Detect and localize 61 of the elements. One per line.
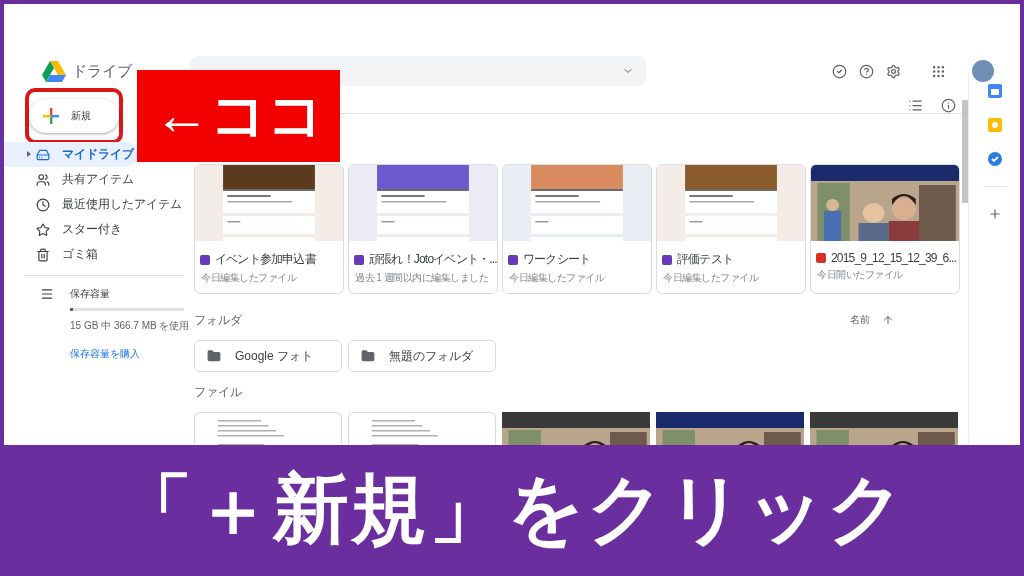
new-button[interactable]: 新規 bbox=[29, 99, 119, 133]
image-file-icon bbox=[816, 253, 826, 263]
nav-item[interactable]: 共有アイテム bbox=[4, 167, 138, 192]
trash-icon bbox=[36, 247, 50, 262]
file-name: イベント参加申込書 bbox=[215, 251, 316, 268]
calendar-icon[interactable] bbox=[987, 84, 1002, 98]
check-icon[interactable] bbox=[987, 152, 1002, 166]
add-icon[interactable] bbox=[987, 207, 1002, 221]
file-card[interactable]: イベント参加申込書 今日編集したファイル bbox=[194, 164, 344, 294]
file-name: 頑張れ！Jotoイベント・... bbox=[369, 251, 497, 268]
folder-name: Google フォト bbox=[235, 347, 314, 365]
form-file-icon bbox=[200, 254, 210, 265]
drive-logo-icon bbox=[42, 60, 66, 82]
nav-item[interactable]: マイドライブ bbox=[4, 142, 138, 167]
check-circle-icon[interactable] bbox=[832, 63, 847, 79]
file-activity: 今日編集したファイル bbox=[662, 271, 760, 285]
section-title: フォルダ bbox=[194, 311, 242, 329]
folder-name: 無題のフォルダ bbox=[389, 347, 473, 365]
clock-icon bbox=[36, 197, 50, 212]
file-name: ワークシート bbox=[523, 251, 591, 268]
list-view-icon[interactable] bbox=[908, 98, 923, 113]
caption: 「＋新規」をクリック bbox=[116, 465, 908, 553]
plus-icon bbox=[43, 108, 59, 124]
file-name: 2015_9_12_15_12_39_6... bbox=[831, 251, 957, 265]
storage-label: 保存容量 bbox=[70, 287, 110, 301]
folder-card[interactable]: Google フォト bbox=[194, 340, 342, 372]
file-card[interactable]: ワークシート 今日編集したファイル bbox=[502, 164, 652, 294]
nav-item[interactable]: ゴミ箱 bbox=[4, 242, 102, 267]
star-icon bbox=[36, 222, 50, 237]
sort-button[interactable]: 名前 bbox=[844, 312, 900, 328]
file-card[interactable]: 頑張れ！Jotoイベント・... 過去 1 週間以内に編集しました bbox=[348, 164, 498, 294]
folder-icon bbox=[361, 349, 375, 363]
nav-item[interactable]: スター付き bbox=[4, 217, 126, 242]
file-card[interactable]: 評価テスト 今日編集したファイル bbox=[656, 164, 806, 294]
file-activity: 今日編集したファイル bbox=[200, 271, 298, 285]
file-name: 評価テスト bbox=[677, 251, 733, 268]
form-file-icon bbox=[508, 254, 518, 265]
settings-icon[interactable] bbox=[886, 63, 901, 79]
file-activity: 今日編集したファイル bbox=[508, 271, 606, 285]
apps-icon[interactable] bbox=[931, 63, 946, 79]
callout-label: ←ココ bbox=[137, 70, 340, 162]
avatar[interactable] bbox=[972, 60, 994, 82]
scrollbar[interactable] bbox=[962, 100, 968, 203]
form-file-icon bbox=[354, 254, 364, 265]
buy-storage-link[interactable]: 保存容量を購入 bbox=[70, 347, 140, 361]
section-title: ファイル bbox=[194, 383, 242, 401]
people-icon bbox=[36, 172, 50, 187]
app-name: ドライブ bbox=[72, 61, 132, 81]
file-activity: 今日開いたファイル bbox=[816, 268, 904, 282]
folder-icon bbox=[207, 349, 221, 363]
file-card[interactable]: 2015_9_12_15_12_39_6... 今日開いたファイル bbox=[810, 164, 960, 294]
drive-icon bbox=[36, 147, 50, 162]
storage-usage: 15 GB 中 366.7 MB を使用 bbox=[70, 319, 190, 333]
help-icon[interactable] bbox=[859, 63, 874, 79]
folder-card[interactable]: 無題のフォルダ bbox=[348, 340, 496, 372]
file-activity: 過去 1 週間以内に編集しました bbox=[354, 271, 490, 285]
storage-icon bbox=[40, 287, 54, 301]
form-file-icon bbox=[662, 254, 672, 265]
info-icon[interactable] bbox=[941, 98, 956, 113]
arrow-up-icon bbox=[882, 314, 894, 326]
nav-item[interactable]: 最近使用したアイテム bbox=[4, 192, 186, 217]
